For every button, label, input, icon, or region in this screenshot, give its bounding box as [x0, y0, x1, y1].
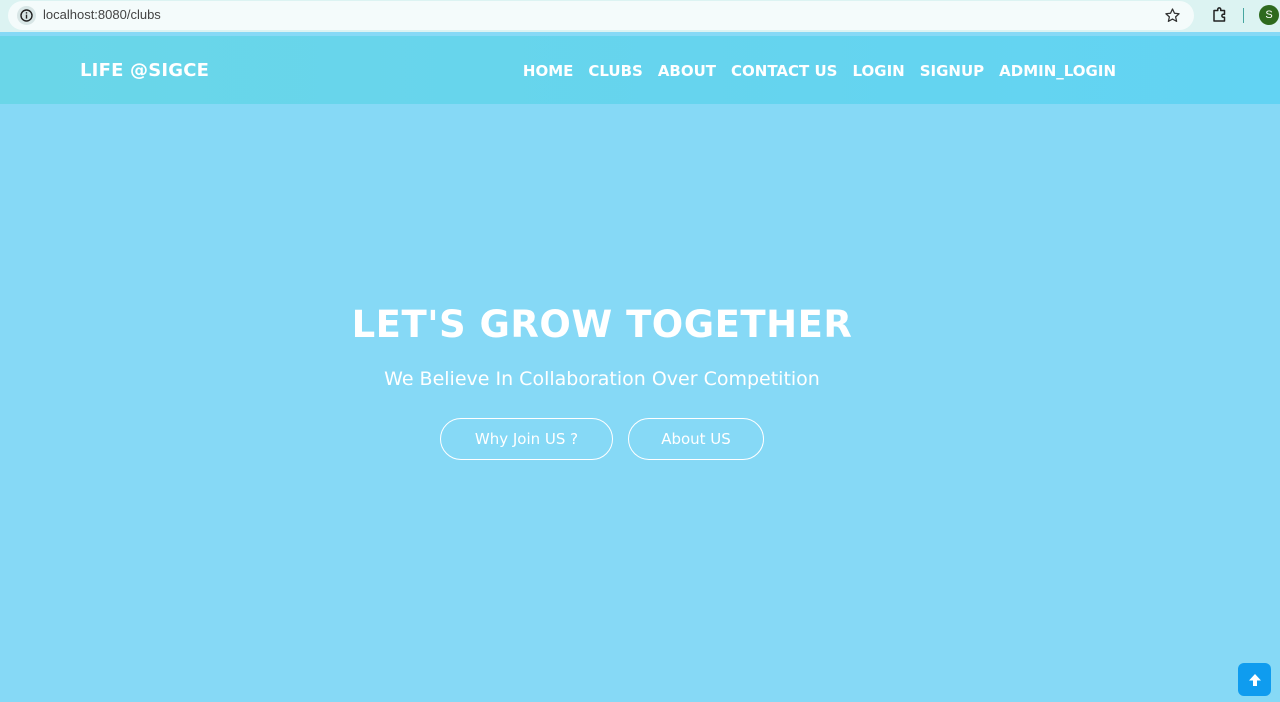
hero-title: LET'S GROW TOGETHER — [351, 303, 853, 346]
site-navbar: LIFE @SIGCE HOME CLUBS ABOUT CONTACT US … — [0, 36, 1280, 104]
brand-logo[interactable]: LIFE @SIGCE — [80, 60, 209, 81]
nav-clubs[interactable]: CLUBS — [588, 62, 642, 80]
address-bar[interactable]: localhost:8080/clubs — [8, 1, 1194, 30]
toolbar-divider — [1243, 8, 1244, 23]
scroll-to-top-button[interactable] — [1238, 663, 1271, 696]
nav-contact-us[interactable]: CONTACT US — [731, 62, 837, 80]
star-icon[interactable] — [1162, 5, 1182, 25]
nav-admin-login[interactable]: ADMIN_LOGIN — [999, 62, 1116, 80]
nav-home[interactable]: HOME — [523, 62, 573, 80]
why-join-button[interactable]: Why Join US ? — [440, 418, 613, 460]
arrow-up-icon — [1247, 672, 1263, 688]
profile-avatar[interactable]: S — [1259, 5, 1279, 25]
hero-section: LET'S GROW TOGETHER We Believe In Collab… — [0, 104, 1280, 702]
hero-subtitle: We Believe In Collaboration Over Competi… — [384, 368, 820, 390]
puzzle-icon[interactable] — [1210, 5, 1230, 25]
nav-signup[interactable]: SIGNUP — [920, 62, 984, 80]
nav-links: HOME CLUBS ABOUT CONTACT US LOGIN SIGNUP… — [523, 62, 1116, 80]
info-icon[interactable] — [17, 6, 36, 25]
nav-login[interactable]: LOGIN — [852, 62, 904, 80]
about-us-button[interactable]: About US — [628, 418, 764, 460]
browser-toolbar: localhost:8080/clubs S — [0, 0, 1280, 32]
nav-about[interactable]: ABOUT — [658, 62, 716, 80]
url-text[interactable]: localhost:8080/clubs — [43, 7, 161, 22]
